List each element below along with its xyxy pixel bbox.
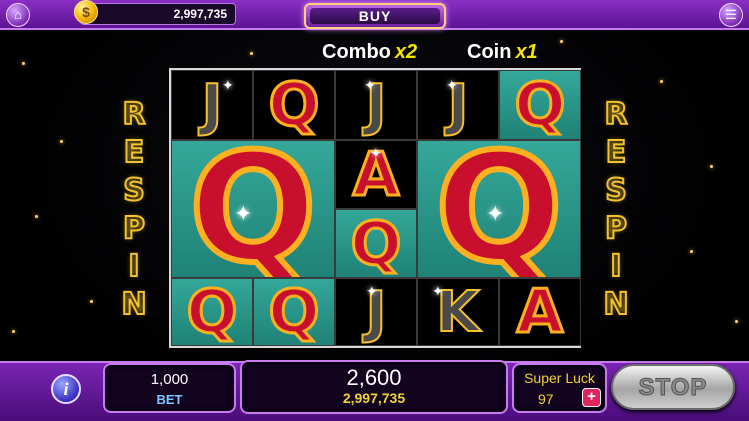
combo-multiplier: Combo x2 (322, 41, 417, 64)
respin-letter: S (122, 173, 146, 208)
home-icon[interactable]: ⌂ (6, 3, 30, 27)
respin-letter: N (602, 287, 629, 322)
sparkle-icon: ✦ (364, 77, 376, 93)
reel-cell: Q (335, 209, 417, 278)
coin-value: x1 (515, 41, 538, 63)
symbol-j: J (201, 72, 224, 139)
background-star (35, 215, 38, 218)
info-button[interactable]: i (51, 374, 81, 404)
symbol-q-large: Q (186, 140, 320, 278)
symbol-q: Q (185, 278, 239, 346)
stop-button-label: STOP (638, 374, 708, 402)
respin-letter: N (120, 287, 147, 322)
background-star (12, 330, 15, 333)
bet-panel[interactable]: 1,000 BET (103, 363, 236, 413)
respin-letter: P (604, 211, 628, 246)
respin-letter: S (604, 173, 628, 208)
reel-cell: Q (171, 278, 253, 346)
background-star (710, 165, 713, 168)
background-star (22, 62, 25, 65)
sparkle-icon: ✦ (446, 77, 458, 93)
background-star (250, 52, 253, 55)
reel-cell: Q (253, 70, 335, 140)
sparkle-icon: ✦ (432, 283, 444, 299)
respin-letter: R (121, 97, 146, 132)
game-screen: ⌂ 2,997,735 $ BUY ☰ Combo x2 Coin x1 R E S… (0, 0, 749, 421)
background-star (660, 80, 663, 83)
super-luck-label: Super Luck (524, 370, 595, 386)
reel-grid: J ✦ Q J ✦ J ✦ Q Q ✦ A ✦ Q Q ✦ Q Q J ✦ K … (169, 68, 581, 348)
coin-label: Coin (467, 41, 512, 63)
sparkle-icon: ✦ (234, 201, 253, 226)
reel-cell: J ✦ (335, 278, 417, 346)
coin-icon: $ (74, 0, 98, 24)
symbol-a: A (515, 278, 564, 346)
reel-cell: Q (253, 278, 335, 346)
sparkle-icon: ✦ (222, 77, 234, 93)
top-bar: ⌂ 2,997,735 $ BUY ☰ (0, 0, 749, 30)
buy-button-label: BUY (310, 8, 440, 24)
symbol-k: K (435, 279, 480, 345)
symbol-q: Q (267, 278, 321, 346)
respin-letter: R (603, 97, 628, 132)
respin-banner-right: R E S P I N (600, 97, 632, 322)
sparkle-icon: ✦ (366, 283, 378, 299)
respin-letter: I (127, 249, 140, 284)
background-star (560, 40, 563, 43)
combo-value: x2 (394, 41, 418, 63)
bet-value: 1,000 (150, 371, 189, 388)
sparkle-icon: ✦ (486, 201, 505, 226)
win-panel: 2,600 2,997,735 (240, 360, 508, 414)
sparkle-icon: ✦ (370, 145, 382, 161)
respin-banner-left: R E S P I N (118, 97, 150, 322)
symbol-q: Q (513, 70, 567, 140)
coin-balance: 2,997,735 (80, 3, 236, 25)
win-value: 2,600 (346, 365, 402, 390)
menu-icon[interactable]: ☰ (719, 3, 743, 27)
symbol-j: J (447, 72, 470, 139)
respin-letter: I (609, 249, 622, 284)
background-star (60, 140, 63, 143)
respin-letter: E (123, 135, 145, 170)
background-star (735, 320, 738, 323)
reel-cell: A ✦ (335, 140, 417, 209)
symbol-j: J (365, 72, 388, 139)
super-luck-value: 97 (538, 391, 554, 407)
reel-cell: J ✦ (171, 70, 253, 140)
reel-cell: A (499, 278, 581, 346)
combo-label: Combo (322, 41, 391, 63)
bet-label: BET (156, 392, 183, 407)
background-star (690, 250, 693, 253)
coin-multiplier: Coin x1 (467, 41, 538, 64)
win-total: 2,997,735 (342, 390, 406, 406)
stop-button[interactable]: STOP (611, 364, 735, 410)
super-luck-panel: Super Luck 97 + (512, 363, 607, 413)
reel-cell: Q (499, 70, 581, 140)
reel-cell-large: Q ✦ (417, 140, 581, 278)
reel-cell-large: Q ✦ (171, 140, 335, 278)
respin-letter: E (605, 135, 627, 170)
symbol-q: Q (267, 70, 321, 140)
respin-letter: P (122, 211, 146, 246)
buy-button[interactable]: BUY (304, 3, 446, 29)
reel-cell: K ✦ (417, 278, 499, 346)
reel-cell: J ✦ (417, 70, 499, 140)
plus-icon[interactable]: + (582, 388, 601, 407)
symbol-q: Q (349, 209, 403, 278)
reel-cell: J ✦ (335, 70, 417, 140)
background-star (90, 300, 93, 303)
